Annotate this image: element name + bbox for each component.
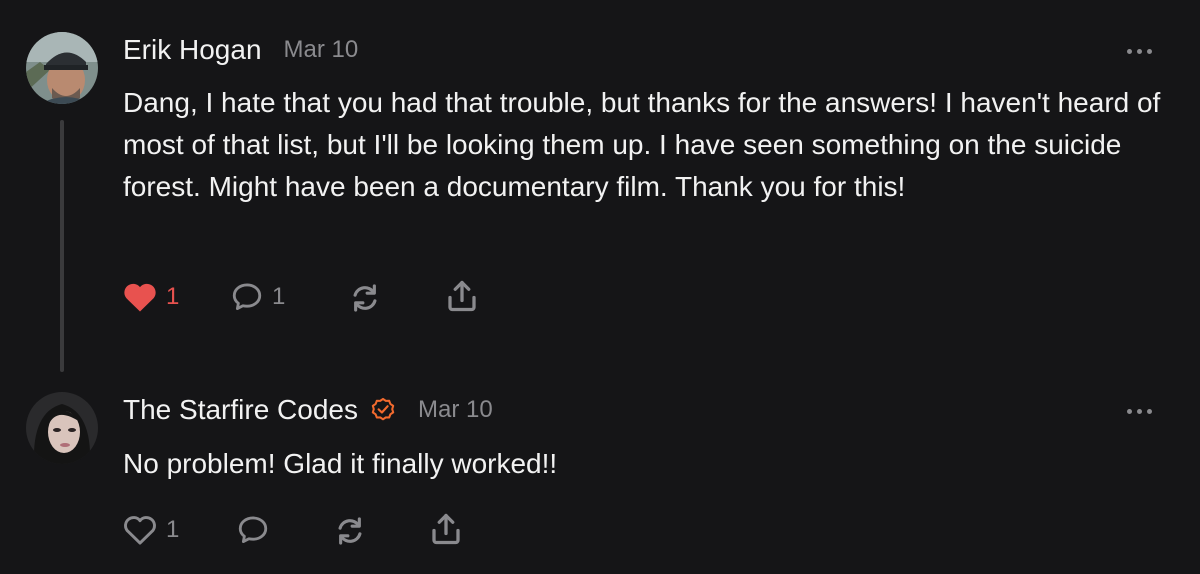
comment-body: No problem! Glad it finally worked!! <box>123 448 558 479</box>
more-options-button[interactable] <box>1127 49 1152 54</box>
reply-count: 1 <box>272 283 286 310</box>
verified-check-icon <box>371 397 395 421</box>
thread-line <box>60 120 64 372</box>
avatar[interactable] <box>26 392 98 464</box>
like-count: 1 <box>166 516 180 543</box>
author-name[interactable]: The Starfire Codes <box>123 394 358 426</box>
reply-button[interactable]: 1 <box>230 280 285 314</box>
dot-icon <box>1127 409 1132 414</box>
comment-body: Dang, I hate that you had that trouble, … <box>123 87 1161 202</box>
restack-icon <box>353 284 377 312</box>
dot-icon <box>1147 49 1152 54</box>
restack-button[interactable] <box>332 514 368 548</box>
comment-starfire-codes: The Starfire Codes Mar 10 No problem! Gl… <box>0 380 1200 574</box>
dot-icon <box>1137 409 1142 414</box>
comment-date[interactable]: Mar 10 <box>418 396 493 424</box>
restack-icon <box>338 517 362 545</box>
share-button[interactable] <box>444 278 480 314</box>
restack-button[interactable] <box>347 281 383 315</box>
comment-header: Erik Hogan Mar 10 <box>123 34 358 66</box>
verified-badge <box>370 397 396 423</box>
avatar[interactable] <box>26 32 98 104</box>
like-button[interactable]: 1 <box>122 281 179 313</box>
share-button[interactable] <box>428 511 464 547</box>
like-count: 1 <box>166 283 180 310</box>
dot-icon <box>1137 49 1142 54</box>
comment-date[interactable]: Mar 10 <box>284 36 359 64</box>
author-name[interactable]: Erik Hogan <box>123 34 262 66</box>
dot-icon <box>1147 409 1152 414</box>
comment-erik-hogan: Erik Hogan Mar 10 Dang, I hate that you … <box>0 0 1200 380</box>
comment-header: The Starfire Codes Mar 10 <box>123 394 493 426</box>
speech-bubble-icon <box>238 516 268 544</box>
like-button[interactable]: 1 <box>122 514 179 546</box>
more-options-button[interactable] <box>1127 409 1152 414</box>
heart-outline-icon <box>124 516 156 545</box>
dot-icon <box>1127 49 1132 54</box>
heart-filled-icon <box>124 283 156 312</box>
reply-button[interactable] <box>236 513 270 547</box>
share-icon <box>448 280 476 312</box>
share-icon <box>432 513 460 545</box>
speech-bubble-icon <box>232 283 262 311</box>
